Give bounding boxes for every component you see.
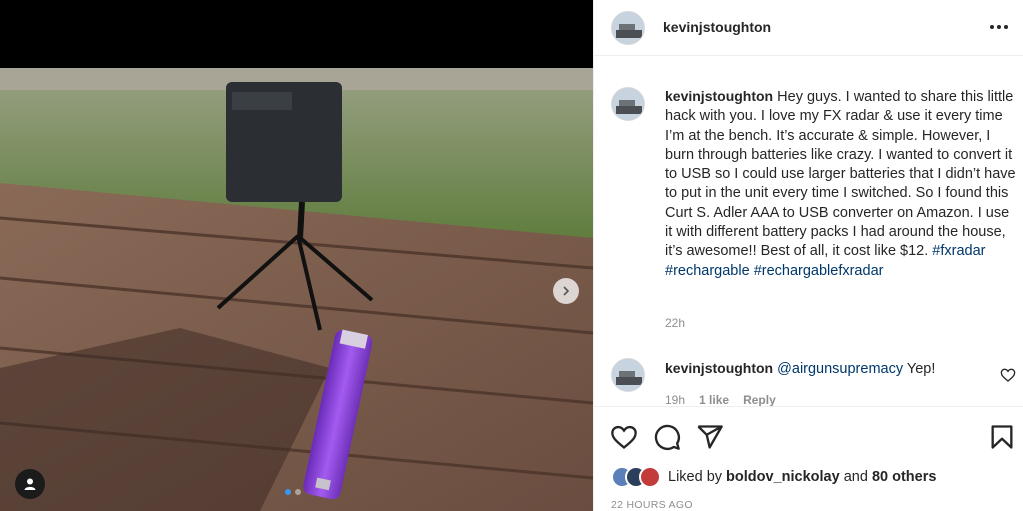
comment-likes[interactable]: 1 like [699,393,729,406]
more-icon[interactable] [988,18,1010,36]
avatar[interactable] [611,11,645,45]
caption-text: kevinjstoughton Hey guys. I wanted to sh… [665,87,1017,281]
share-icon[interactable] [696,423,724,451]
bookmark-icon[interactable] [988,423,1016,451]
next-image-button[interactable] [553,278,579,304]
caption-time[interactable]: 22h [665,316,685,330]
avatar[interactable] [611,358,645,392]
post-media[interactable] [0,0,593,511]
liked-by-username[interactable]: boldov_nickolay [726,469,840,485]
carousel-dot [295,489,301,495]
heart-icon[interactable] [610,423,638,451]
comment-icon[interactable] [653,423,681,451]
mention-link[interactable]: @airgunsupremacy [777,361,903,377]
avatar [639,466,661,488]
carousel-dot-active [285,489,291,495]
heart-icon[interactable] [1000,367,1016,383]
user-tag-icon [24,478,36,490]
comments-section[interactable]: kevinjstoughton Hey guys. I wanted to sh… [594,57,1023,406]
hashtag-link[interactable]: #fxradar [932,243,985,259]
likes-prefix: Liked by [668,469,723,485]
action-bar: Liked by boldov_nickolay and 80 others 2… [594,406,1023,511]
avatar-image [612,12,644,44]
avatar-image [612,88,644,120]
reply-button[interactable]: Reply [743,393,776,406]
hashtag-link[interactable]: #rechargablefxradar [754,263,884,279]
likes-text: Liked by boldov_nickolay and 80 others [668,469,936,485]
comment-text: kevinjstoughton @airgunsupremacy Yep! [665,359,985,379]
post-details-panel: kevinjstoughton kevinjstoughton Hey guys… [593,0,1023,511]
chevron-right-icon [563,286,570,296]
caption-body: Hey guys. I wanted to share this little … [665,89,1016,260]
post-photo [0,68,593,511]
liked-by[interactable]: Liked by boldov_nickolay and 80 others [611,466,936,488]
comment-body: Yep! [906,361,936,377]
post-timestamp[interactable]: 22 HOURS AGO [611,499,693,511]
hashtag-link[interactable]: #rechargable [665,263,750,279]
likes-conj: and [843,469,868,485]
post-username[interactable]: kevinjstoughton [663,19,771,35]
post-header: kevinjstoughton [594,0,1023,56]
comment-meta: 19h 1 like Reply [665,393,776,406]
caption-username[interactable]: kevinjstoughton [665,88,773,104]
comment-time[interactable]: 19h [665,393,685,406]
likes-count[interactable]: 80 others [872,469,936,485]
carousel-indicator [285,489,301,495]
tagged-users-button[interactable] [15,469,45,499]
comment-username[interactable]: kevinjstoughton [665,360,773,376]
avatar[interactable] [611,87,645,121]
avatar-image [612,359,644,391]
